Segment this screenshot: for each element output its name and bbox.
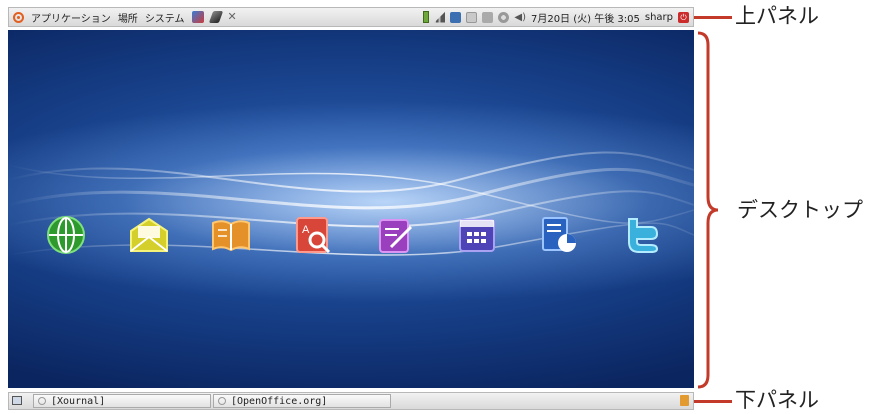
menu-places[interactable]: 場所 — [118, 10, 138, 25]
desktop-bracket — [697, 31, 719, 389]
pen-icon[interactable] — [208, 11, 223, 23]
xournal-icon — [38, 397, 46, 405]
top-panel-label: 上パネル — [735, 4, 819, 28]
top-panel-tray: ◀) 7月20日 (火) 午後 3:05 sharp ⏻ — [423, 8, 689, 26]
trash-icon[interactable] — [680, 395, 689, 406]
top-panel-left: アプリケーション 場所 システム ✕ — [13, 8, 240, 26]
task-label: [Xournal] — [51, 395, 106, 407]
notepad-icon[interactable] — [375, 215, 415, 255]
volume-icon[interactable]: ◀) — [514, 12, 526, 23]
desktop-label: デスクトップ — [737, 198, 863, 222]
show-desktop-icon[interactable] — [12, 396, 22, 405]
top-panel-callout-line — [694, 16, 732, 19]
desktop[interactable]: A — [8, 30, 694, 388]
bottom-panel-label: 下パネル — [735, 388, 819, 412]
mail-icon[interactable] — [129, 215, 169, 255]
menu-applications[interactable]: アプリケーション — [31, 10, 111, 25]
taskbar-item-openoffice[interactable]: [OpenOffice.org] — [213, 394, 391, 408]
wallpaper-waves — [8, 151, 694, 256]
globe-icon[interactable] — [46, 215, 86, 255]
printer-icon[interactable] — [482, 11, 494, 23]
tools-icon[interactable]: ✕ — [228, 11, 240, 23]
book-icon[interactable] — [211, 215, 251, 255]
app-dock: A — [8, 215, 694, 259]
ubuntu-logo-icon[interactable] — [13, 11, 24, 23]
network-icon[interactable] — [191, 11, 204, 23]
signal-icon[interactable] — [434, 11, 446, 23]
battery-icon[interactable] — [423, 11, 430, 23]
input-method-icon[interactable] — [466, 11, 478, 23]
menu-system[interactable]: システム — [145, 10, 185, 25]
dictionary-icon[interactable]: A — [293, 215, 333, 255]
document-icon[interactable] — [539, 215, 579, 255]
task-label: [OpenOffice.org] — [231, 395, 328, 407]
power-icon[interactable]: ⏻ — [678, 11, 689, 23]
clock[interactable]: 7月20日 (火) 午後 3:05 — [531, 10, 640, 25]
user-name[interactable]: sharp — [645, 12, 673, 23]
openoffice-icon — [218, 397, 226, 405]
bottom-panel: [Xournal] [OpenOffice.org] — [8, 392, 694, 410]
calendar-icon[interactable] — [457, 215, 497, 255]
network-manager-icon[interactable] — [450, 11, 462, 23]
svg-text:A: A — [302, 224, 310, 236]
taskbar-item-xournal[interactable]: [Xournal] — [33, 394, 211, 408]
top-panel: アプリケーション 場所 システム ✕ ◀) 7月20日 (火) 午後 3:05 … — [8, 7, 694, 27]
twitter-icon[interactable] — [621, 215, 661, 255]
brightness-icon[interactable] — [498, 11, 510, 23]
bottom-panel-callout-line — [694, 400, 732, 403]
